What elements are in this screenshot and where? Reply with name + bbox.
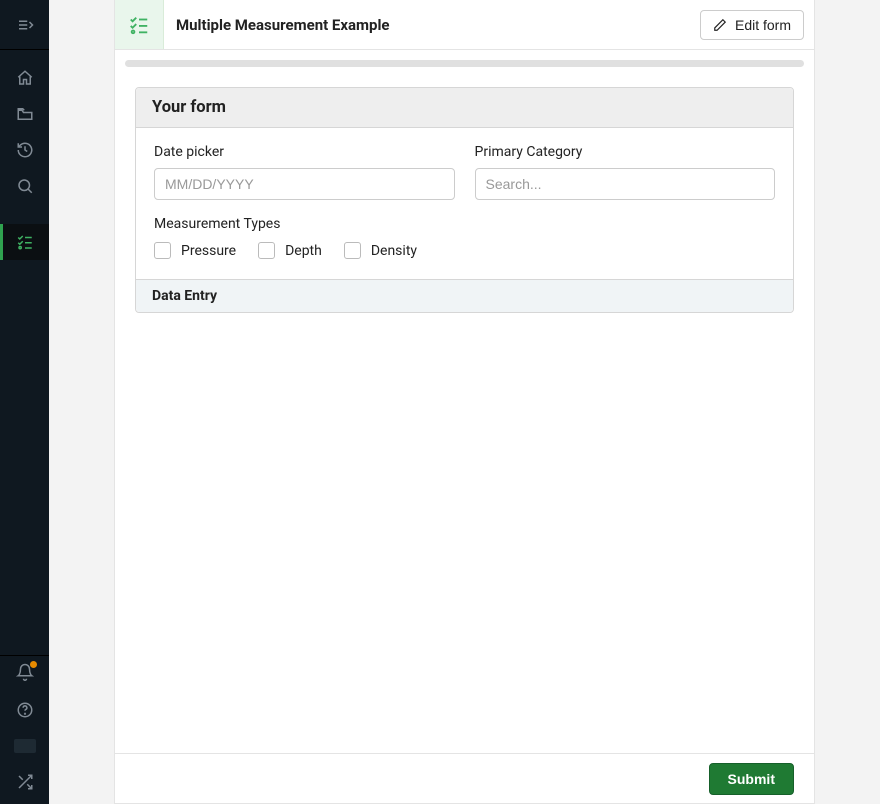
checkbox-icon: [258, 242, 275, 259]
card-header: Multiple Measurement Example Edit form: [115, 0, 814, 50]
nav-history[interactable]: [0, 132, 49, 168]
nav-form-active[interactable]: [0, 224, 49, 260]
submit-button[interactable]: Submit: [709, 763, 794, 795]
checkbox-label: Depth: [285, 243, 322, 259]
date-picker-label: Date picker: [154, 144, 455, 160]
form-panel: Your form Date picker Primary Category: [135, 87, 794, 313]
history-icon: [16, 141, 34, 159]
checkbox-pressure[interactable]: Pressure: [154, 242, 236, 259]
checklist-icon: [16, 233, 34, 251]
checklist-icon: [128, 14, 150, 36]
shuffle-icon: [16, 773, 34, 791]
nav-help[interactable]: [0, 692, 49, 728]
checkbox-icon: [344, 242, 361, 259]
edit-form-label: Edit form: [735, 17, 791, 33]
card-footer: Submit: [115, 753, 814, 803]
checkbox-depth[interactable]: Depth: [258, 242, 322, 259]
checkbox-icon: [154, 242, 171, 259]
home-icon: [16, 69, 34, 87]
folder-open-icon: [16, 105, 34, 123]
panel-title: Your form: [136, 88, 793, 128]
help-icon: [16, 701, 34, 719]
nav-rail: [0, 0, 49, 804]
checkbox-density[interactable]: Density: [344, 242, 417, 259]
nav-shuffle[interactable]: [0, 764, 49, 800]
main-area: Multiple Measurement Example Edit form: [49, 0, 880, 804]
pencil-icon: [713, 18, 727, 32]
search-icon: [16, 177, 34, 195]
progress-bar: [125, 60, 804, 67]
nav-search[interactable]: [0, 168, 49, 204]
nav-terminal[interactable]: [0, 728, 49, 764]
checkbox-label: Density: [371, 243, 417, 259]
terminal-icon: [14, 739, 36, 753]
menu-collapse-icon: [16, 16, 34, 34]
rail-toggle[interactable]: [0, 0, 49, 49]
data-entry-header: Data Entry: [136, 279, 793, 312]
form-card: Multiple Measurement Example Edit form: [114, 0, 815, 804]
primary-category-label: Primary Category: [475, 144, 776, 160]
notification-dot: [30, 661, 37, 668]
nav-notifications[interactable]: [0, 656, 49, 692]
progress-row: [115, 50, 814, 73]
nav-files[interactable]: [0, 96, 49, 132]
card-header-icon: [115, 0, 164, 49]
date-picker-input[interactable]: [154, 168, 455, 200]
edit-form-button[interactable]: Edit form: [700, 10, 804, 40]
measurement-types-label: Measurement Types: [154, 216, 775, 232]
page-title: Multiple Measurement Example: [164, 16, 700, 34]
nav-home[interactable]: [0, 60, 49, 96]
primary-category-input[interactable]: [475, 168, 776, 200]
checkbox-label: Pressure: [181, 243, 236, 259]
submit-label: Submit: [728, 771, 775, 787]
